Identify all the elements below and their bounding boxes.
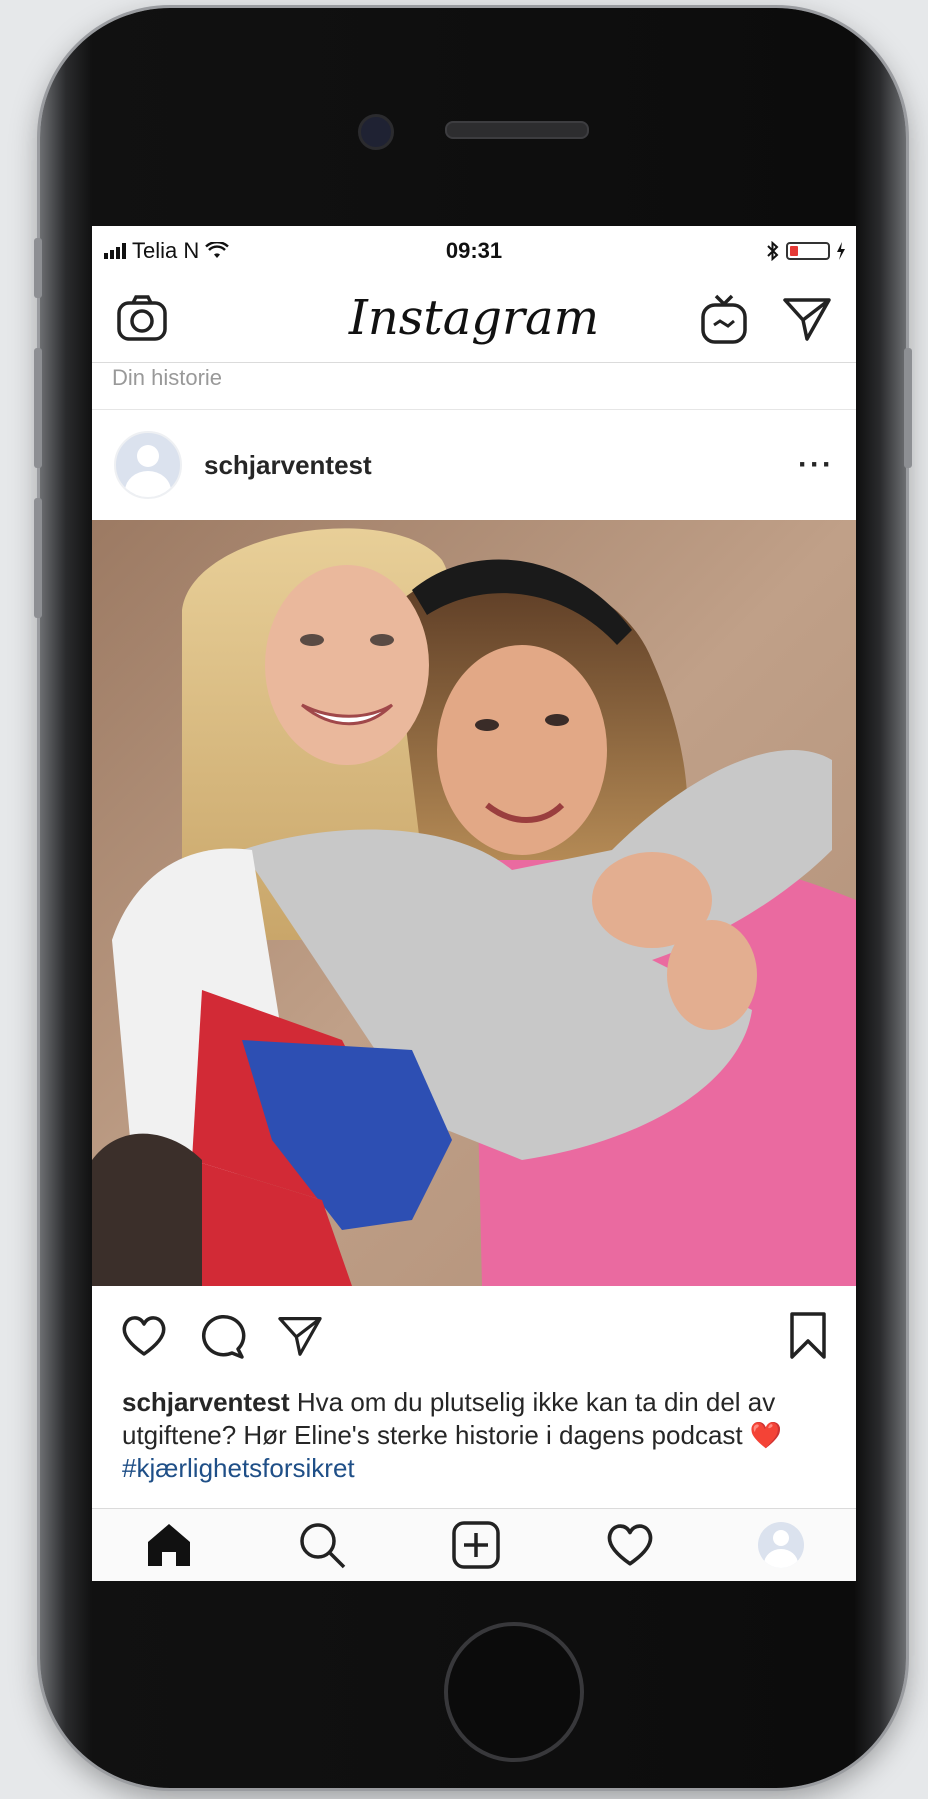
status-bar: Telia N 09:31 xyxy=(92,226,856,276)
like-heart-icon[interactable] xyxy=(120,1314,168,1358)
share-icon[interactable] xyxy=(276,1315,324,1357)
carrier-group: Telia N xyxy=(104,238,230,264)
app-screen: Telia N 09:31 Instagram Din historie sch… xyxy=(92,226,856,1581)
header-actions xyxy=(700,293,832,345)
volume-down-button xyxy=(34,498,42,618)
post-avatar[interactable] xyxy=(114,431,182,499)
home-button[interactable] xyxy=(444,1622,584,1762)
post-caption: schjarventest Hva om du plutselig ikke k… xyxy=(92,1386,856,1485)
battery-icon xyxy=(786,242,830,260)
earpiece-speaker xyxy=(445,121,589,139)
bookmark-icon[interactable] xyxy=(788,1311,828,1361)
camera-icon[interactable] xyxy=(116,295,168,343)
volume-up-button xyxy=(34,348,42,468)
status-right-group xyxy=(766,241,846,261)
caption-heart-emoji: ❤️ xyxy=(749,1420,783,1450)
igtv-icon[interactable] xyxy=(700,293,748,345)
stories-your-story-label[interactable]: Din historie xyxy=(92,363,856,410)
power-button xyxy=(904,348,912,468)
caption-hashtag[interactable]: #kjærlighetsforsikret xyxy=(122,1453,355,1483)
post-header: schjarventest ··· xyxy=(92,410,856,520)
add-post-icon[interactable] xyxy=(451,1520,501,1570)
wifi-icon xyxy=(205,242,230,258)
direct-message-icon[interactable] xyxy=(782,296,832,342)
post-username[interactable]: schjarventest xyxy=(204,450,372,481)
signal-icon xyxy=(104,243,126,259)
bluetooth-icon xyxy=(767,241,779,261)
instagram-header: Instagram xyxy=(92,276,856,363)
front-camera xyxy=(358,114,394,150)
home-icon[interactable] xyxy=(144,1520,194,1570)
search-icon[interactable] xyxy=(297,1520,347,1570)
caption-username[interactable]: schjarventest xyxy=(122,1387,290,1417)
post-photo[interactable] xyxy=(92,520,856,1286)
post-photo-image xyxy=(92,520,856,1286)
mute-switch xyxy=(34,238,42,298)
carrier-name: Telia N xyxy=(132,238,200,263)
bottom-tab-bar xyxy=(92,1508,856,1581)
post-actions xyxy=(92,1286,856,1386)
activity-heart-icon[interactable] xyxy=(605,1522,655,1568)
comment-icon[interactable] xyxy=(198,1313,246,1359)
charging-icon xyxy=(837,242,845,260)
profile-avatar[interactable] xyxy=(758,1522,805,1568)
more-options-icon[interactable]: ··· xyxy=(798,448,834,482)
